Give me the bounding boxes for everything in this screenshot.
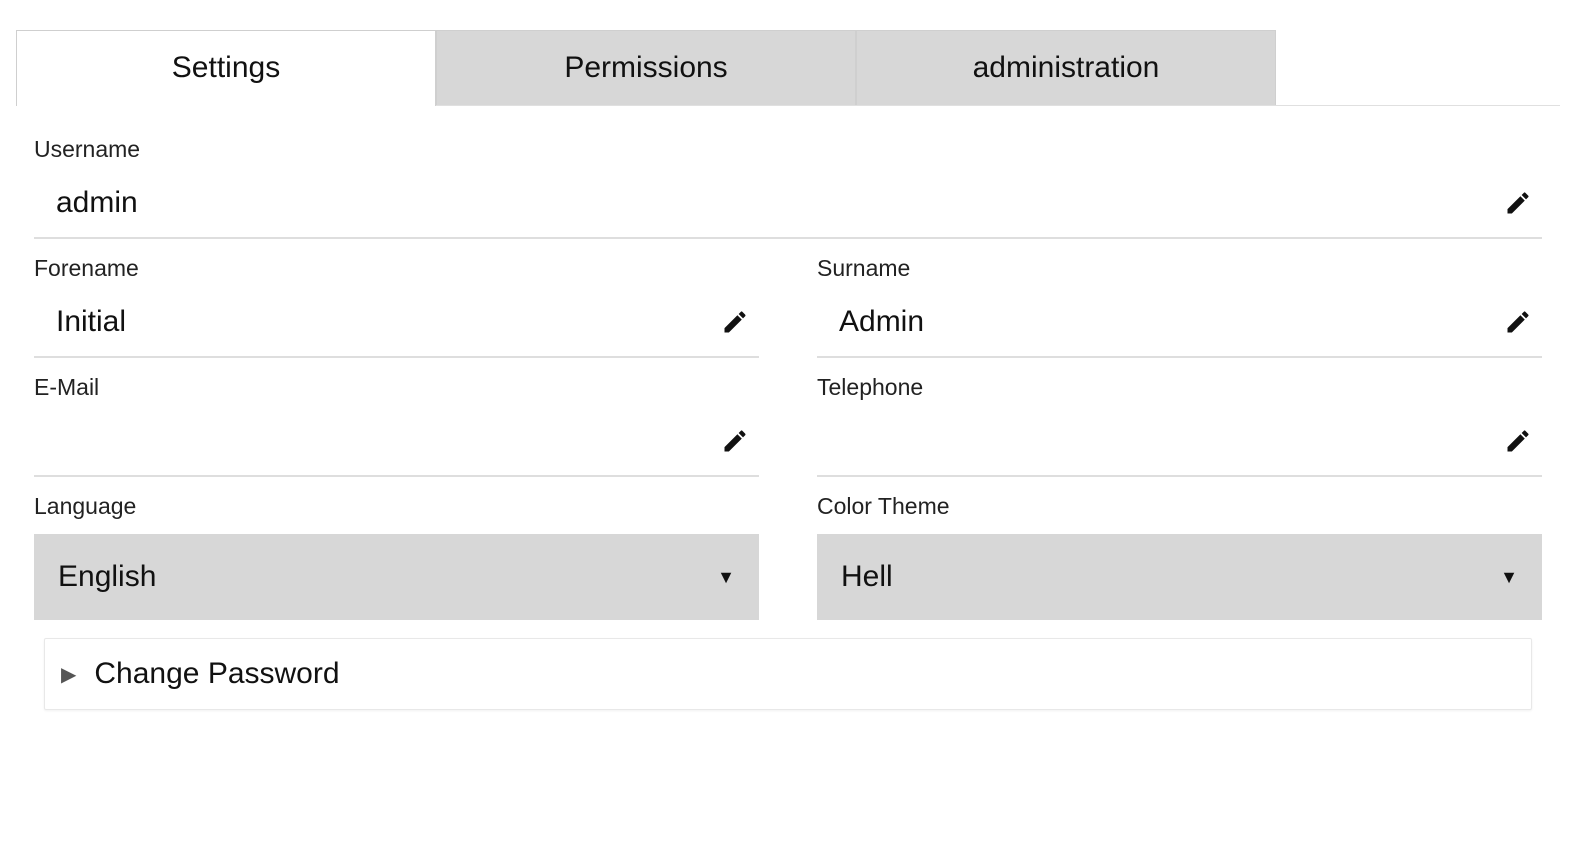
- surname-field-group: Surname Admin: [817, 239, 1542, 358]
- email-input-row: [34, 407, 759, 477]
- tab-settings[interactable]: Settings: [16, 30, 436, 106]
- language-value: English: [58, 560, 156, 594]
- chevron-down-icon: ▼: [717, 567, 735, 588]
- tab-administration[interactable]: administration: [856, 30, 1276, 105]
- surname-input-row: Admin: [817, 288, 1542, 358]
- forename-field-group: Forename Initial: [34, 239, 759, 358]
- settings-form: Username admin Forename Initial Surname …: [16, 136, 1560, 710]
- username-label: Username: [34, 136, 1542, 163]
- pencil-icon[interactable]: [1500, 423, 1536, 459]
- color-theme-select[interactable]: Hell ▼: [817, 534, 1542, 620]
- forename-label: Forename: [34, 255, 759, 282]
- language-field-group: Language English ▼: [34, 477, 759, 620]
- pencil-icon[interactable]: [717, 304, 753, 340]
- username-input-row: admin: [34, 169, 1542, 239]
- tabs-bar: Settings Permissions administration: [16, 30, 1560, 106]
- chevron-down-icon: ▼: [1500, 567, 1518, 588]
- username-value[interactable]: admin: [56, 186, 1500, 220]
- language-select[interactable]: English ▼: [34, 534, 759, 620]
- caret-right-icon: ▶: [61, 662, 76, 687]
- surname-value[interactable]: Admin: [839, 305, 1500, 339]
- pencil-icon[interactable]: [1500, 185, 1536, 221]
- color-theme-field-group: Color Theme Hell ▼: [817, 477, 1542, 620]
- surname-label: Surname: [817, 255, 1542, 282]
- telephone-field-group: Telephone: [817, 358, 1542, 477]
- forename-input-row: Initial: [34, 288, 759, 358]
- language-label: Language: [34, 493, 759, 520]
- username-field-group: Username admin: [34, 136, 1542, 239]
- email-field-group: E-Mail: [34, 358, 759, 477]
- email-label: E-Mail: [34, 374, 759, 401]
- telephone-label: Telephone: [817, 374, 1542, 401]
- pencil-icon[interactable]: [717, 423, 753, 459]
- tab-permissions[interactable]: Permissions: [436, 30, 856, 105]
- pencil-icon[interactable]: [1500, 304, 1536, 340]
- telephone-input-row: [817, 407, 1542, 477]
- color-theme-label: Color Theme: [817, 493, 1542, 520]
- change-password-label: Change Password: [94, 657, 339, 691]
- color-theme-value: Hell: [841, 560, 893, 594]
- forename-value[interactable]: Initial: [56, 305, 717, 339]
- change-password-accordion[interactable]: ▶ Change Password: [44, 638, 1532, 710]
